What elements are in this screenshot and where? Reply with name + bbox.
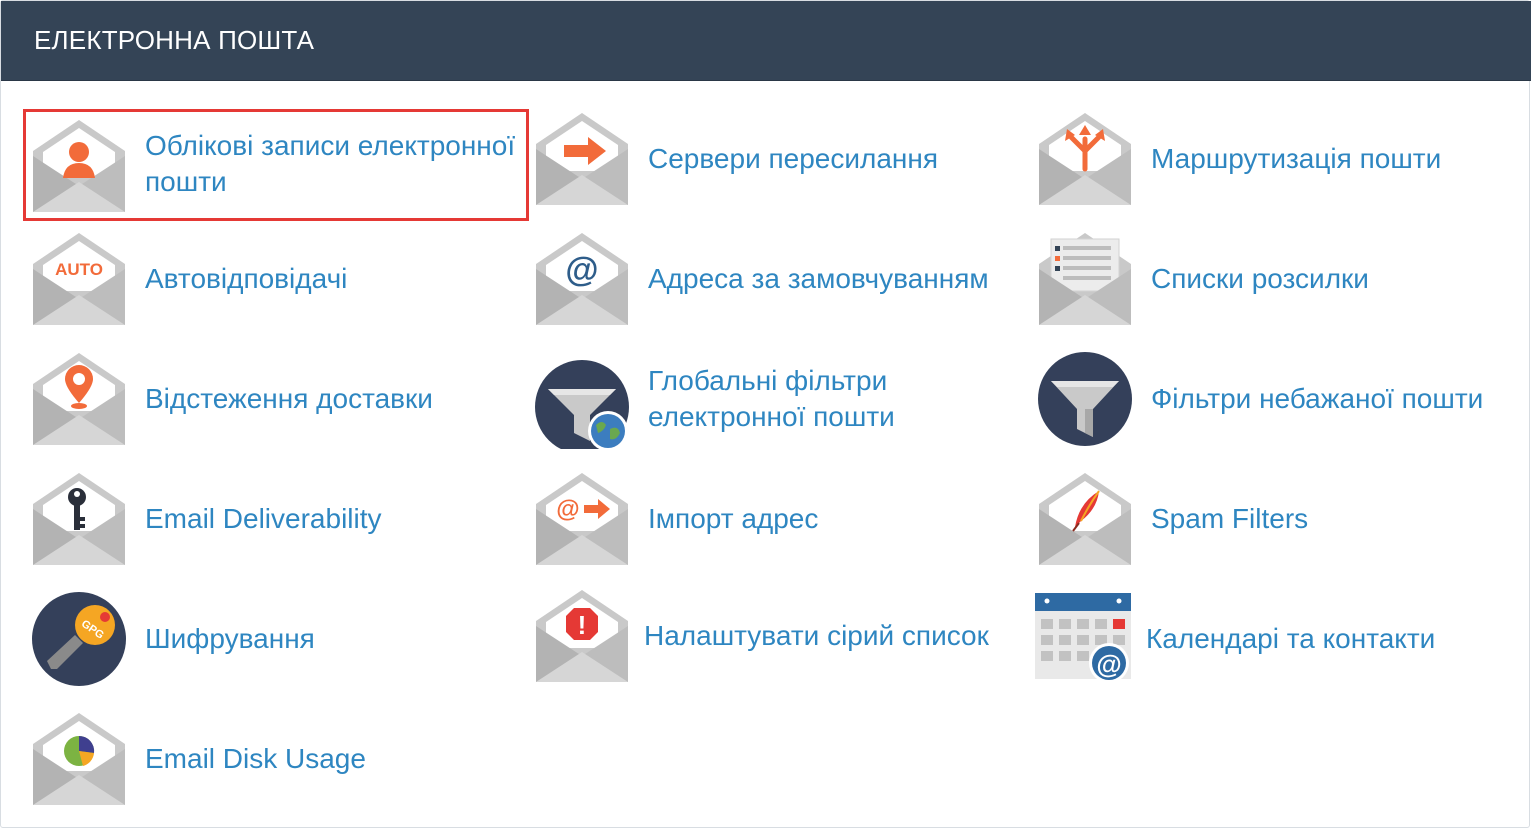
autoresponders-icon: AUTO [33, 233, 125, 325]
item-label: Календарі та контакти [1146, 623, 1436, 654]
track-delivery-icon [33, 353, 125, 445]
spam-filters-icon [1039, 473, 1131, 565]
item-default-address[interactable]: @ Адреса за замовчуванням [534, 229, 1004, 329]
panel-header: ЕЛЕКТРОННА ПОШТА [1, 1, 1531, 81]
item-track-delivery[interactable]: Відстеження доставки [31, 349, 501, 449]
item-encryption[interactable]: GPG Шифрування [31, 589, 501, 689]
item-email-disk-usage[interactable]: Email Disk Usage [31, 709, 501, 809]
item-label: Шифрування [145, 623, 315, 654]
calendars-contacts-icon: @ [1035, 593, 1131, 683]
item-label: Фільтри небажаної пошти [1151, 383, 1484, 414]
item-label: Маршрутизація пошти [1151, 143, 1442, 174]
item-label: Налаштувати сірий список [644, 620, 989, 651]
email-routing-icon [1039, 113, 1131, 205]
item-label: Spam Filters [1151, 503, 1309, 534]
item-email-routing[interactable]: Маршрутизація пошти [1037, 109, 1507, 209]
svg-text:@: @ [565, 251, 598, 289]
item-label: Email Disk Usage [145, 743, 366, 774]
email-panel: ЕЛЕКТРОННА ПОШТА Облікові записи електро… [0, 0, 1531, 828]
panel-title: ЕЛЕКТРОННА ПОШТА [34, 25, 315, 55]
item-label: Сервери пересилання [648, 143, 939, 174]
item-address-importer[interactable]: @ Імпорт адрес [534, 469, 1004, 569]
item-global-email-filters[interactable]: Глобальні фільтри електронної пошти [534, 349, 1004, 449]
item-label: Імпорт адрес [648, 503, 819, 534]
item-label: Адреса за замовчуванням [648, 263, 989, 294]
item-autoresponders[interactable]: AUTO Автовідповідачі [31, 229, 501, 329]
item-label: Відстеження доставки [145, 383, 433, 414]
item-label: Автовідповідачі [145, 263, 348, 294]
forwarders-icon [536, 113, 628, 205]
encryption-icon: GPG [32, 592, 126, 686]
mailing-lists-icon [1039, 233, 1131, 325]
svg-text:!: ! [578, 610, 587, 640]
svg-text:@: @ [1096, 649, 1121, 679]
item-forwarders[interactable]: Сервери пересилання [534, 109, 1004, 209]
item-email-filters[interactable]: Фільтри небажаної пошти [1037, 349, 1507, 449]
item-mailing-lists[interactable]: Списки розсилки [1037, 229, 1507, 329]
global-email-filters-icon [535, 360, 629, 449]
greylisting-icon: ! [536, 590, 628, 682]
email-disk-usage-icon [33, 713, 125, 805]
item-label: Глобальні фільтри електронної пошти [648, 365, 895, 432]
email-accounts-icon [33, 120, 125, 212]
item-label: Облікові записи електронної пошти [145, 130, 516, 197]
item-greylisting[interactable]: ! Налаштувати сірий список [534, 586, 1004, 686]
item-email-deliverability[interactable]: Email Deliverability [31, 469, 501, 569]
item-label: Email Deliverability [145, 503, 382, 534]
email-deliverability-icon [33, 473, 125, 565]
svg-text:@: @ [556, 496, 579, 523]
item-label: Списки розсилки [1151, 263, 1369, 294]
item-calendars-contacts[interactable]: @ Календарі та контакти [1033, 589, 1507, 689]
default-address-icon: @ [536, 233, 628, 325]
address-importer-icon: @ [536, 473, 628, 565]
svg-text:AUTO: AUTO [55, 260, 103, 279]
item-spam-filters[interactable]: Spam Filters [1037, 469, 1507, 569]
email-filters-icon [1038, 352, 1132, 446]
item-email-accounts[interactable]: Облікові записи електронної пошти [31, 116, 526, 216]
